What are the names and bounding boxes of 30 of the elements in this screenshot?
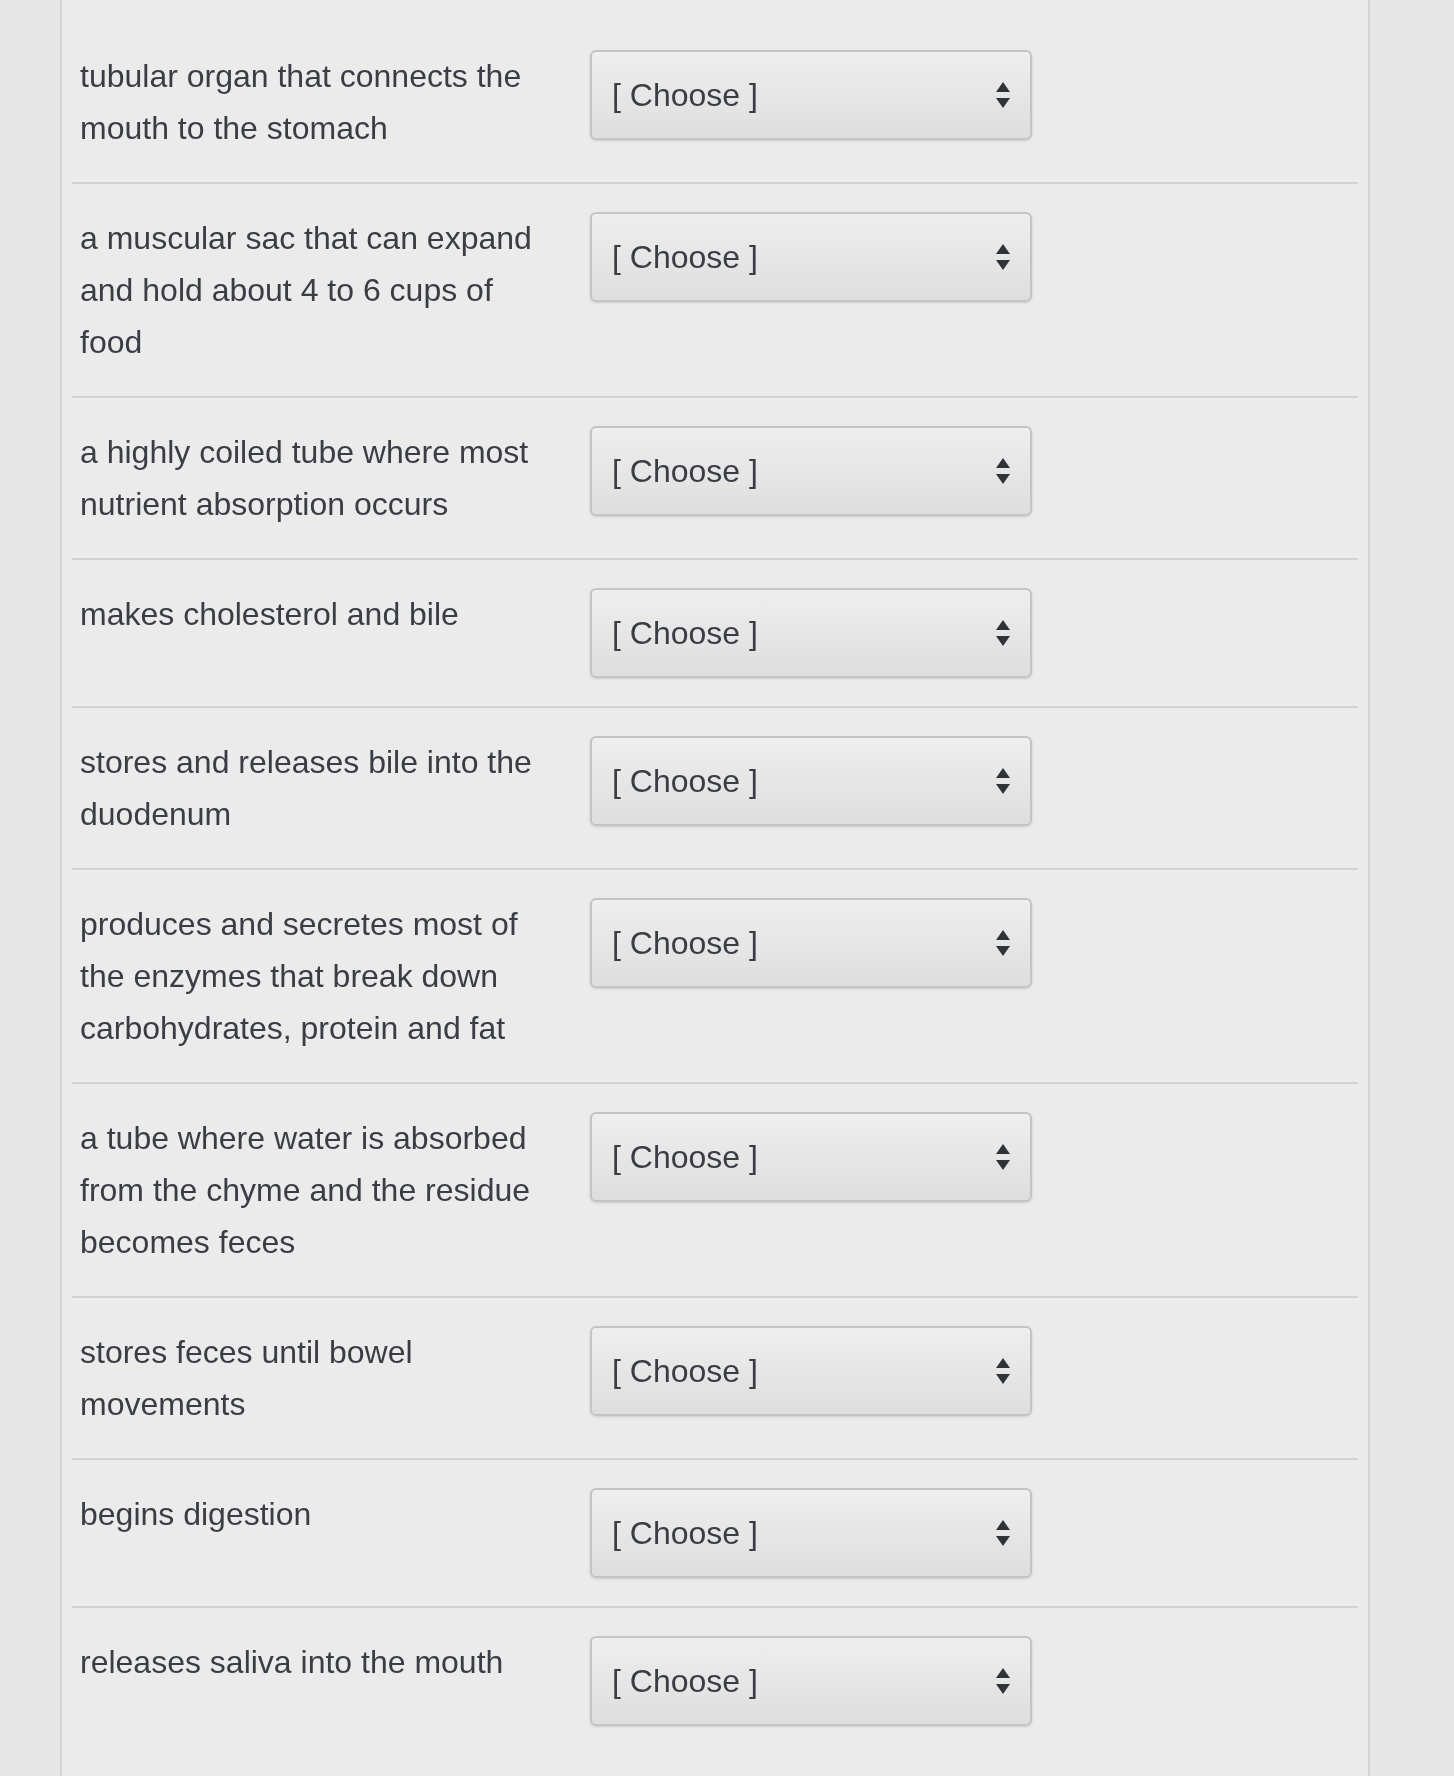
answer-dropdown[interactable]: [ Choose ] <box>590 1112 1032 1202</box>
matching-prompt: tubular organ that connects the mouth to the stomach <box>80 57 523 148</box>
sort-arrows-icon <box>996 1358 1010 1384</box>
sort-arrows-icon <box>996 458 1010 484</box>
matching-prompt: stores and releases bile into the duodenum <box>80 743 533 834</box>
answer-dropdown[interactable]: [ Choose ] <box>590 1326 1032 1416</box>
answer-dropdown[interactable]: [ Choose ] <box>590 736 1032 826</box>
matching-prompt: stores feces until bowel movements <box>80 1333 414 1424</box>
answer-dropdown[interactable]: [ Choose ] <box>590 212 1032 302</box>
matching-prompt: a tube where water is absorbed from the chyme and the residue becomes feces <box>80 1119 531 1262</box>
sort-arrows-icon <box>996 1144 1010 1170</box>
matching-prompt: produces and secretes most of the enzymes that break down carbohydrates, protein and fat <box>80 905 519 1048</box>
sort-arrows-icon <box>996 1520 1010 1546</box>
matching-prompt: releases saliva into the mouth <box>80 1643 505 1682</box>
answer-dropdown[interactable]: [ Choose ] <box>590 50 1032 140</box>
matching-prompt: makes cholesterol and bile <box>80 595 460 634</box>
answer-dropdown[interactable]: [ Choose ] <box>590 1636 1032 1726</box>
matching-prompt: begins digestion <box>80 1495 313 1534</box>
sort-arrows-icon <box>996 768 1010 794</box>
sort-arrows-icon <box>996 1668 1010 1694</box>
answer-dropdown[interactable]: [ Choose ] <box>590 898 1032 988</box>
sort-arrows-icon <box>996 82 1010 108</box>
sort-arrows-icon <box>996 620 1010 646</box>
answer-dropdown[interactable]: [ Choose ] <box>590 1488 1032 1578</box>
answer-dropdown[interactable]: [ Choose ] <box>590 426 1032 516</box>
matching-prompt: a highly coiled tube where most nutrient absorption occurs <box>80 433 530 524</box>
sort-arrows-icon <box>996 244 1010 270</box>
sort-arrows-icon <box>996 930 1010 956</box>
matching-prompt: a muscular sac that can expand and hold about 4 to 6 cups of food <box>80 219 533 362</box>
answer-dropdown[interactable]: [ Choose ] <box>590 588 1032 678</box>
